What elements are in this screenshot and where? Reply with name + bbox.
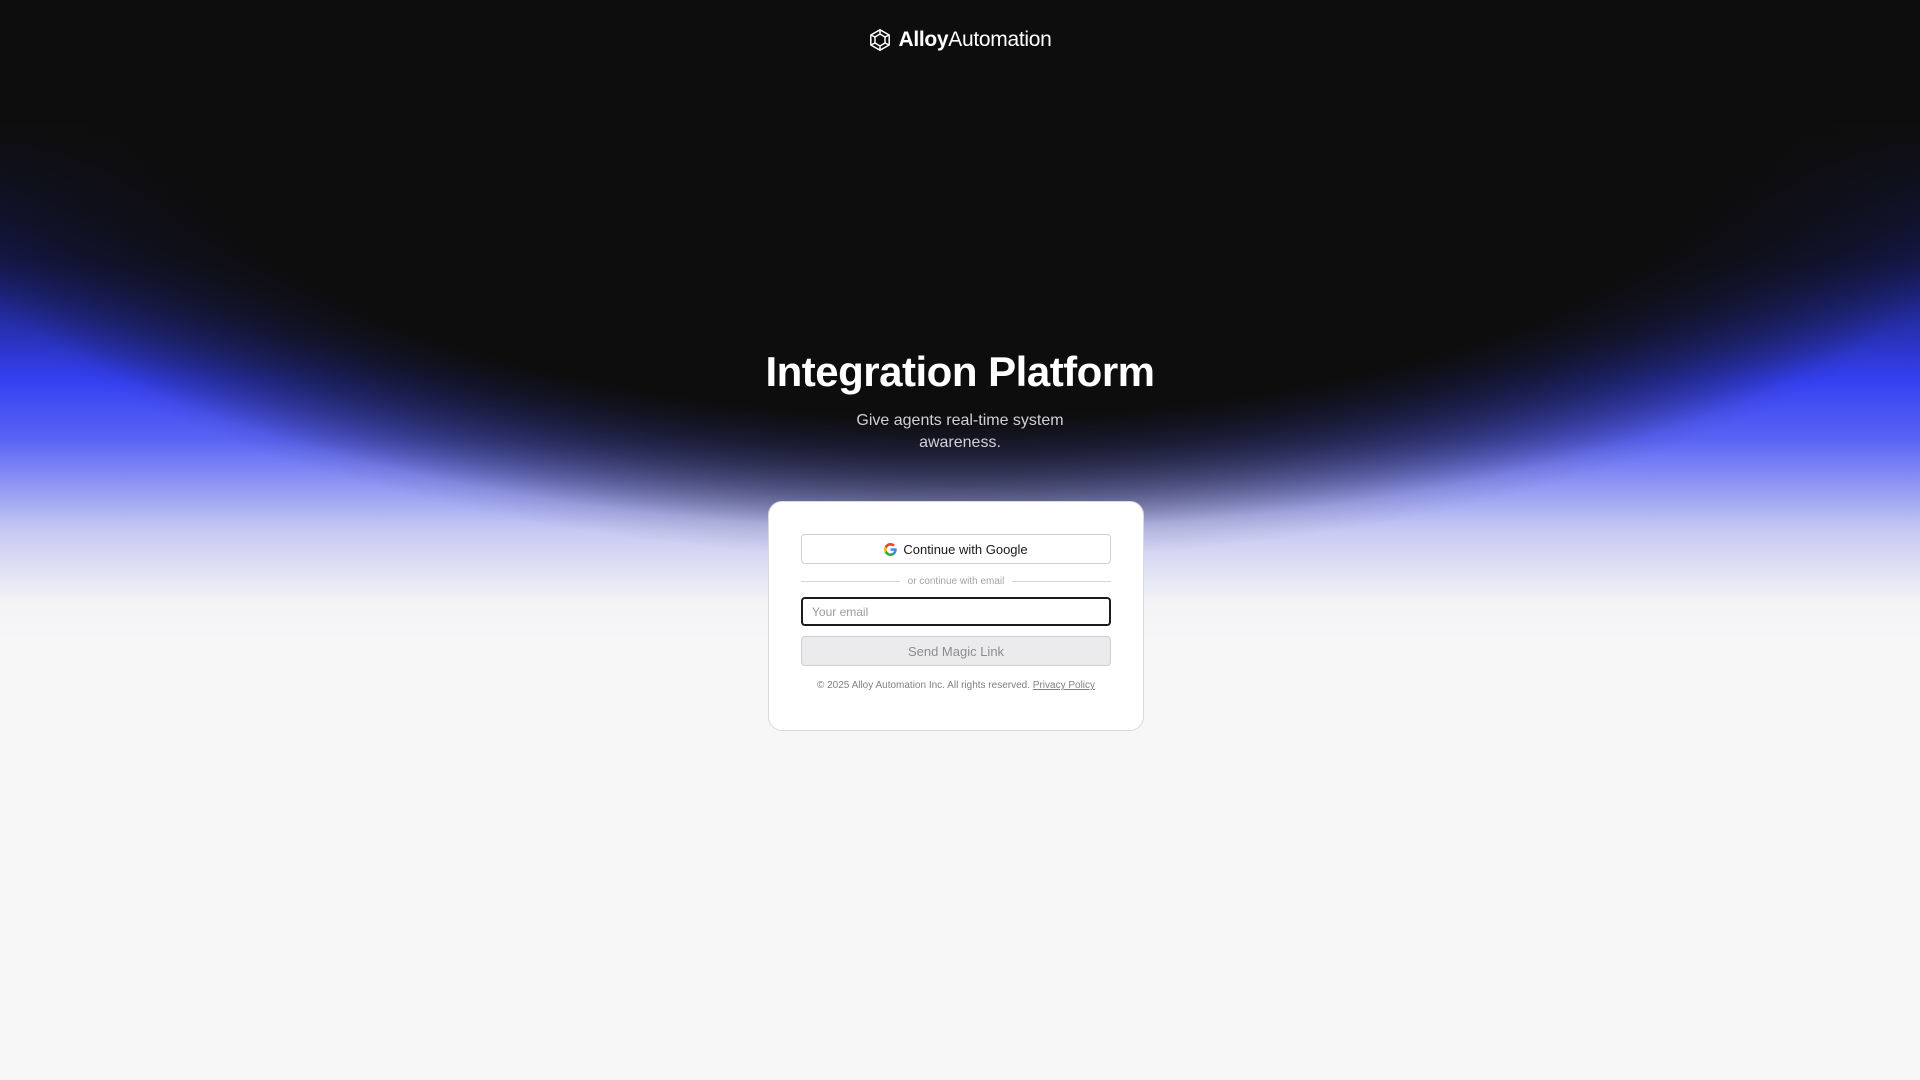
copyright-text: © 2025 Alloy Automation Inc. All rights … <box>816 680 1030 691</box>
divider-line-right <box>1012 581 1111 582</box>
divider: or continue with email <box>801 576 1111 587</box>
hero: Integration Platform Give agents real-ti… <box>0 346 1920 454</box>
brand-name: AlloyAutomation <box>898 28 1051 52</box>
continue-with-google-label: Continue with Google <box>903 541 1028 557</box>
page-title: Integration Platform <box>765 348 1155 395</box>
divider-text: or continue with email <box>907 576 1005 587</box>
privacy-policy-link[interactable]: Privacy Policy <box>1033 680 1095 691</box>
google-icon <box>884 542 898 556</box>
continue-with-google-button[interactable]: Continue with Google <box>801 534 1111 564</box>
footer: © 2025 Alloy Automation Inc. All rights … <box>801 680 1111 691</box>
divider-line-left <box>801 581 900 582</box>
site-header: AlloyAutomation <box>0 28 1920 52</box>
page-subtitle: Give agents real-time system awareness. <box>856 412 1064 451</box>
brand-name-bold: Alloy <box>898 28 949 51</box>
brand-logo[interactable]: AlloyAutomation <box>868 28 1052 52</box>
email-input[interactable] <box>801 597 1111 626</box>
send-magic-link-button[interactable]: Send Magic Link <box>801 636 1111 666</box>
alloy-logo-icon <box>868 28 892 52</box>
login-card: Continue with Google or continue with em… <box>768 501 1144 731</box>
brand-name-light: Automation <box>948 28 1052 51</box>
